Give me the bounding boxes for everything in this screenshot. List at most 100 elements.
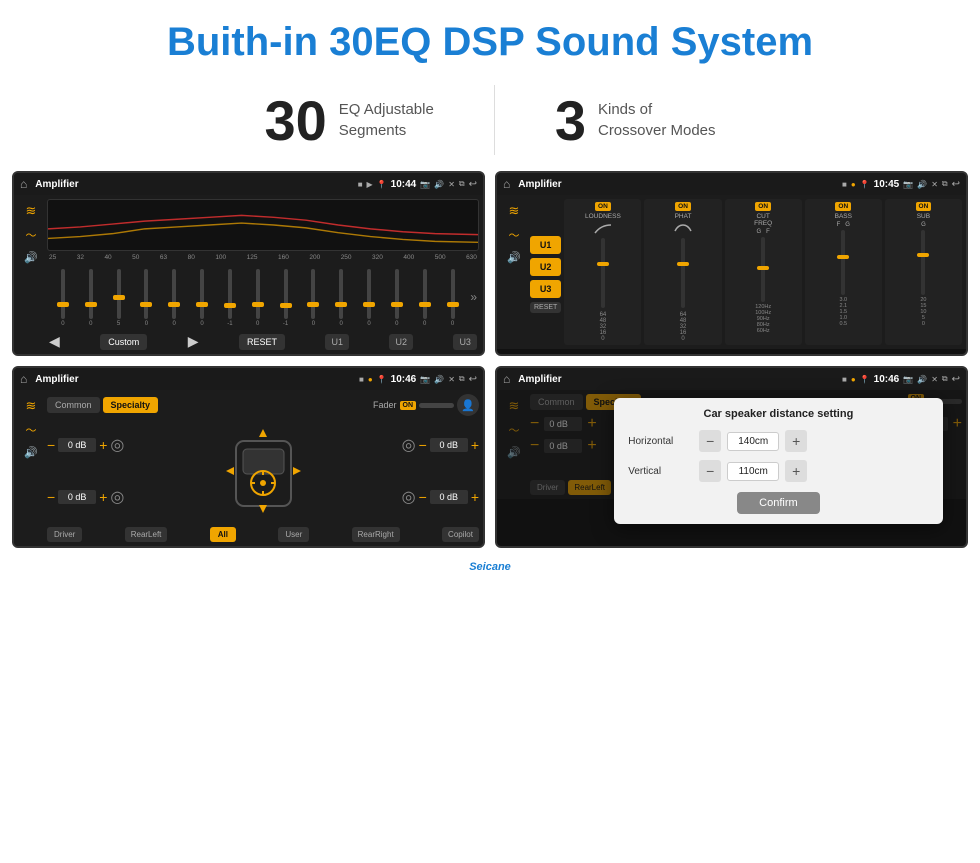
slider-col-4[interactable]: 0 bbox=[132, 264, 160, 329]
car-center-top bbox=[218, 421, 308, 521]
u3-btn[interactable]: U3 bbox=[453, 334, 477, 350]
confirm-btn[interactable]: Confirm bbox=[737, 492, 820, 514]
rearright-btn-3[interactable]: RearRight bbox=[352, 527, 400, 542]
screen4-back-icon[interactable]: ↩ bbox=[952, 374, 960, 385]
u2-btn[interactable]: U2 bbox=[389, 334, 413, 350]
slider-col-2[interactable]: 0 bbox=[77, 264, 105, 329]
screen1-location-icon: 📍 bbox=[377, 180, 387, 189]
watermark-text: Seicane bbox=[469, 561, 511, 573]
horizontal-plus-btn[interactable]: + bbox=[785, 430, 807, 452]
screen2-home-icon[interactable]: ⌂ bbox=[503, 177, 510, 191]
slider-col-11[interactable]: 0 bbox=[327, 264, 355, 329]
screen1-home-icon[interactable]: ⌂ bbox=[20, 177, 27, 191]
wave-icon-2[interactable]: 〜 bbox=[509, 227, 520, 243]
slider-col-5[interactable]: 0 bbox=[160, 264, 188, 329]
eq-graph bbox=[47, 199, 479, 251]
u3-preset-btn[interactable]: U3 bbox=[530, 280, 561, 298]
wave-icon-3[interactable]: 〜 bbox=[26, 422, 37, 438]
screen1-back-icon[interactable]: ↩ bbox=[469, 179, 477, 190]
screen2-back-icon[interactable]: ↩ bbox=[952, 179, 960, 190]
eq-next-btn[interactable]: ▶ bbox=[188, 333, 199, 350]
slider-col-12[interactable]: 0 bbox=[355, 264, 383, 329]
screen2-time: 10:45 bbox=[874, 179, 900, 190]
db-bottom-right: 0 dB bbox=[430, 490, 468, 504]
screen3-location-icon: 📍 bbox=[377, 375, 387, 384]
bottom-right-channel: ◎ − 0 dB + bbox=[312, 487, 479, 507]
slider-col-7[interactable]: -1 bbox=[216, 264, 244, 329]
speaker-icon-tr: ◎ bbox=[402, 435, 416, 455]
xover-reset-btn[interactable]: RESET bbox=[530, 302, 561, 313]
slider-col-15[interactable]: 0 bbox=[439, 264, 467, 329]
screen4-volume-icon: 🔊 bbox=[917, 375, 927, 384]
wave-icon-1[interactable]: 〜 bbox=[26, 227, 37, 243]
plus-br[interactable]: + bbox=[471, 489, 479, 505]
eq-icon-1[interactable]: ≋ bbox=[26, 203, 37, 219]
xover-col-cutfreq: ON CUTFREQ G F 120Hz 100Hz 90Hz 80Hz 60H… bbox=[725, 199, 802, 345]
screen3-top-row: Common Specialty Fader ON 👤 bbox=[47, 394, 479, 416]
screen4: ⌂ Amplifier ■ ● 📍 10:46 📷 🔊 ✕ ⧉ ↩ ≋ 〜 🔊 … bbox=[495, 366, 968, 548]
specialty-tab-3[interactable]: Specialty bbox=[103, 397, 159, 413]
minus-tl[interactable]: − bbox=[47, 437, 55, 453]
screen2-close-icon: ✕ bbox=[931, 180, 938, 189]
vol-icon-2[interactable]: 🔊 bbox=[507, 251, 521, 264]
screen3-home-icon[interactable]: ⌂ bbox=[20, 372, 27, 386]
slider-col-3[interactable]: 5 bbox=[105, 264, 133, 329]
eq-controls: ◀ Custom ▶ RESET U1 U2 U3 bbox=[47, 329, 479, 350]
screen3-status-bar: ⌂ Amplifier ■ ● 📍 10:46 📷 🔊 ✕ ⧉ ↩ bbox=[14, 368, 483, 390]
eq-prev-btn[interactable]: ◀ bbox=[49, 333, 60, 350]
screen4-home-icon[interactable]: ⌂ bbox=[503, 372, 510, 386]
slider-col-14[interactable]: 0 bbox=[411, 264, 439, 329]
u1-btn[interactable]: U1 bbox=[325, 334, 349, 350]
vertical-plus-btn[interactable]: + bbox=[785, 460, 807, 482]
screen3-dot-icon: ● bbox=[368, 375, 373, 384]
user-btn-3[interactable]: User bbox=[278, 527, 309, 542]
scroll-right-icon[interactable]: » bbox=[470, 290, 477, 304]
user-icon-3[interactable]: 👤 bbox=[457, 394, 479, 416]
screen2: ⌂ Amplifier ■ ● 📍 10:45 📷 🔊 ✕ ⧉ ↩ ≋ 〜 🔊 … bbox=[495, 171, 968, 356]
screen2-camera-icon: 📷 bbox=[903, 180, 913, 189]
screen4-dot-icon: ● bbox=[851, 375, 856, 384]
eq-freq-labels: 25 32 40 50 63 80 100 125 160 200 250 32… bbox=[47, 254, 479, 261]
speaker-icon-tl: ◎ bbox=[110, 435, 124, 455]
speaker-icon-br: ◎ bbox=[402, 487, 416, 507]
minus-tr[interactable]: − bbox=[419, 437, 427, 453]
common-tab-3[interactable]: Common bbox=[47, 397, 100, 413]
vertical-value: 110cm bbox=[727, 462, 779, 481]
slider-col-6[interactable]: 0 bbox=[188, 264, 216, 329]
u2-preset-btn[interactable]: U2 bbox=[530, 258, 561, 276]
xover-col-bass: ON BASS F G 3.0 2.1 1.5 1.0 0.5 bbox=[805, 199, 882, 345]
slider-col-8[interactable]: 0 bbox=[244, 264, 272, 329]
page-title: Buith-in 30EQ DSP Sound System bbox=[20, 20, 960, 65]
vol-icon-1[interactable]: 🔊 bbox=[24, 251, 38, 264]
vol-icon-3[interactable]: 🔊 bbox=[24, 446, 38, 459]
vertical-minus-btn[interactable]: − bbox=[699, 460, 721, 482]
stat-number-eq: 30 bbox=[264, 88, 326, 153]
plus-tl[interactable]: + bbox=[99, 437, 107, 453]
reset-btn[interactable]: RESET bbox=[239, 334, 285, 350]
screen2-status-bar: ⌂ Amplifier ■ ● 📍 10:45 📷 🔊 ✕ ⧉ ↩ bbox=[497, 173, 966, 195]
screen1-record-icon: ■ bbox=[358, 180, 363, 189]
screen3-title: Amplifier bbox=[35, 374, 355, 385]
screen3-back-icon[interactable]: ↩ bbox=[469, 374, 477, 385]
u1-preset-btn[interactable]: U1 bbox=[530, 236, 561, 254]
screen1-camera-icon: 📷 bbox=[420, 180, 430, 189]
minus-bl[interactable]: − bbox=[47, 489, 55, 505]
eq-icon-3[interactable]: ≋ bbox=[26, 398, 37, 414]
plus-tr[interactable]: + bbox=[471, 437, 479, 453]
eq-icon-2[interactable]: ≋ bbox=[509, 203, 520, 219]
driver-btn-3[interactable]: Driver bbox=[47, 527, 82, 542]
slider-col-10[interactable]: 0 bbox=[299, 264, 327, 329]
stats-row: 30 EQ AdjustableSegments 3 Kinds ofCross… bbox=[0, 73, 980, 171]
plus-bl[interactable]: + bbox=[99, 489, 107, 505]
custom-btn[interactable]: Custom bbox=[100, 334, 147, 350]
screen2-title: Amplifier bbox=[518, 179, 838, 190]
rearleft-btn-3[interactable]: RearLeft bbox=[125, 527, 168, 542]
copilot-btn-3[interactable]: Copilot bbox=[442, 527, 479, 542]
all-btn-3[interactable]: All bbox=[210, 527, 236, 542]
slider-col-9[interactable]: -1 bbox=[272, 264, 300, 329]
minus-br[interactable]: − bbox=[419, 489, 427, 505]
stat-label-crossover: Kinds ofCrossover Modes bbox=[598, 99, 716, 141]
slider-col-13[interactable]: 0 bbox=[383, 264, 411, 329]
slider-col-1[interactable]: 0 bbox=[49, 264, 77, 329]
horizontal-minus-btn[interactable]: − bbox=[699, 430, 721, 452]
